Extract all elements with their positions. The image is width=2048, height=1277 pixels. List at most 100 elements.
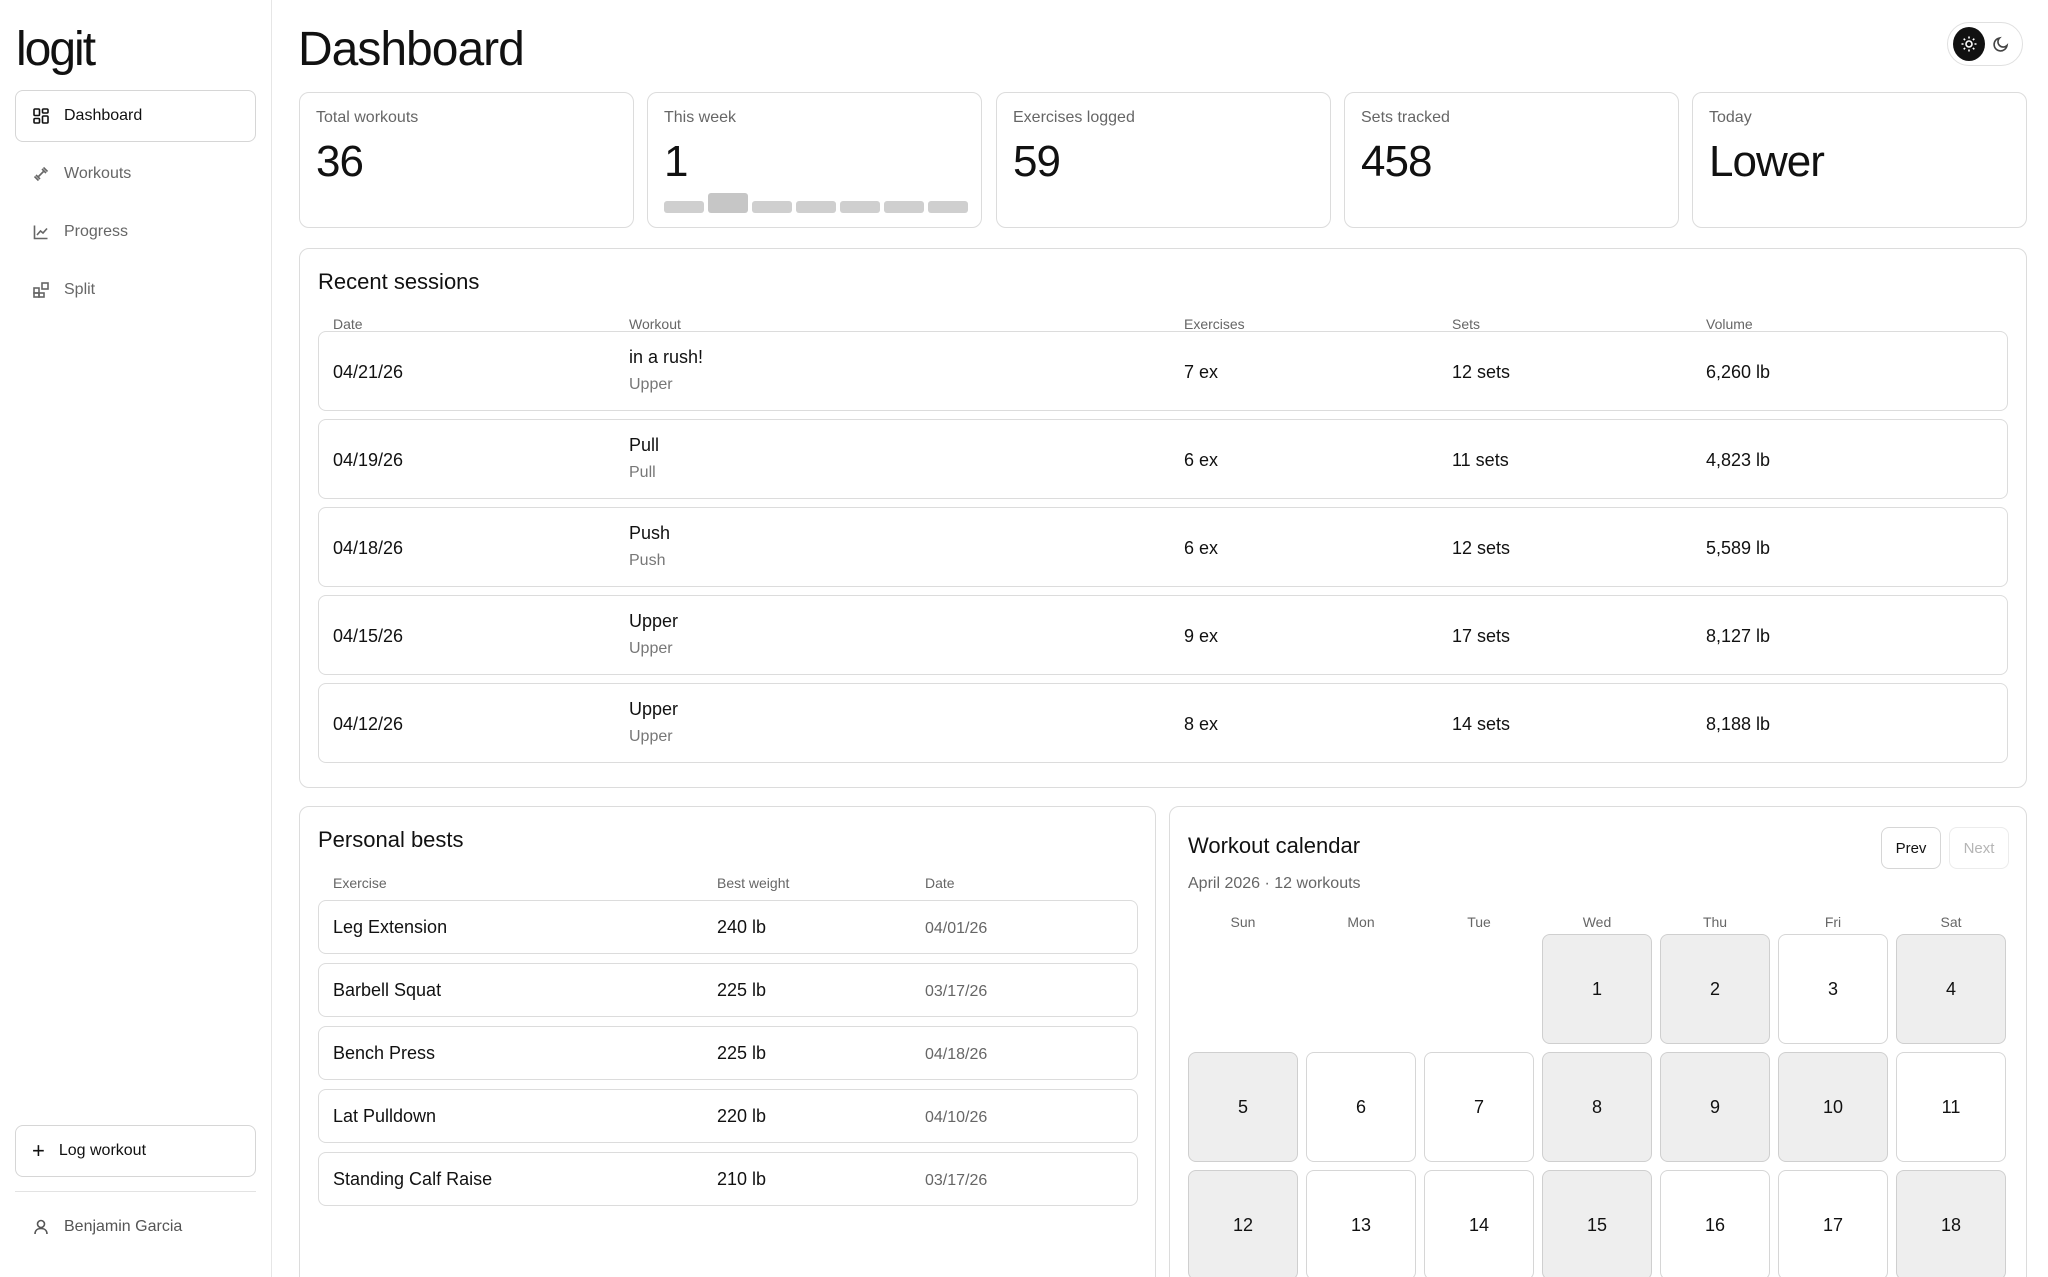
calendar-day[interactable]: 3 (1778, 934, 1888, 1044)
line-chart-icon (33, 225, 48, 240)
weekday-label: Wed (1582, 914, 1612, 930)
stat-label: Exercises logged (1013, 109, 1135, 126)
table-row[interactable]: 04/19/26 Pull Pull 6 ex 11 sets 4,823 lb (318, 419, 2008, 499)
week-day-bar (840, 201, 880, 213)
calendar-day[interactable]: 4 (1896, 934, 2006, 1044)
pb-weight: 210 lb (717, 1169, 767, 1189)
week-day-bar (664, 201, 704, 213)
calendar-day[interactable]: 11 (1896, 1052, 2006, 1162)
log-workout-button[interactable]: + Log workout (15, 1125, 256, 1177)
sidebar-divider (15, 1191, 256, 1192)
calendar-day[interactable]: 15 (1542, 1170, 1652, 1277)
session-name: Pull (629, 435, 660, 455)
table-row[interactable]: 04/12/26 Upper Upper 8 ex 14 sets 8,188 lb (318, 683, 2008, 763)
calendar-day[interactable]: 16 (1660, 1170, 1770, 1277)
calendar-day[interactable]: 8 (1542, 1052, 1652, 1162)
calendar-day[interactable]: 12 (1188, 1170, 1298, 1277)
session-sets: 12 sets (1452, 538, 1511, 558)
pb-exercise: Barbell Squat (333, 980, 442, 1000)
calendar-day[interactable]: 17 (1778, 1170, 1888, 1277)
week-day-bar (884, 201, 924, 213)
pb-weight: 225 lb (717, 980, 767, 1000)
calendar-prev-button[interactable]: Prev (1881, 827, 1941, 869)
column-header-date: Date (333, 316, 363, 332)
user-name: Benjamin Garcia (64, 1218, 183, 1235)
session-name: Upper (629, 699, 679, 719)
weekday-label: Tue (1467, 914, 1491, 930)
sidebar-item-progress[interactable]: Progress (15, 206, 256, 258)
calendar-day[interactable]: 1 (1542, 934, 1652, 1044)
light-theme-button[interactable] (1953, 27, 1985, 61)
sidebar-item-label: Progress (64, 223, 129, 240)
table-row[interactable]: Bench Press 225 lb 04/18/26 (318, 1026, 1138, 1080)
calendar-day[interactable]: 7 (1424, 1052, 1534, 1162)
session-date: 04/18/26 (333, 538, 404, 558)
session-name: in a rush! (629, 347, 704, 367)
calendar-next-button[interactable]: Next (1949, 827, 2009, 869)
calendar-day[interactable]: 13 (1306, 1170, 1416, 1277)
pb-exercise: Lat Pulldown (333, 1106, 437, 1126)
session-volume: 6,260 lb (1706, 362, 1771, 382)
weekday-label: Sun (1230, 914, 1256, 930)
session-type: Upper (629, 640, 673, 657)
stat-label: Total workouts (316, 109, 419, 126)
table-row[interactable]: Lat Pulldown 220 lb 04/10/26 (318, 1089, 1138, 1143)
dumbbell-icon (33, 166, 49, 182)
blocks-icon (33, 282, 49, 298)
personal-bests-card: Personal bests Exercise Best weight Date… (299, 806, 1156, 1277)
calendar-day[interactable]: 9 (1660, 1052, 1770, 1162)
table-row[interactable]: Leg Extension 240 lb 04/01/26 (318, 900, 1138, 954)
table-row[interactable]: Standing Calf Raise 210 lb 03/17/26 (318, 1152, 1138, 1206)
stat-card-exercises-logged: Exercises logged 59 (996, 92, 1331, 228)
sidebar-item-split[interactable]: Split (15, 264, 256, 316)
sidebar-item-label: Workouts (64, 165, 132, 182)
session-sets: 17 sets (1452, 626, 1511, 646)
calendar-day[interactable]: 14 (1424, 1170, 1534, 1277)
calendar-day[interactable]: 5 (1188, 1052, 1298, 1162)
sidebar-item-workouts[interactable]: Workouts (15, 148, 256, 200)
column-header-exercise: Exercise (333, 875, 387, 891)
sun-icon (1961, 36, 1977, 52)
column-header-best-weight: Best weight (717, 875, 790, 891)
calendar-day[interactable]: 2 (1660, 934, 1770, 1044)
column-header-date: Date (925, 875, 955, 891)
personal-bests-title: Personal bests (318, 827, 464, 852)
page-title: Dashboard (298, 23, 525, 76)
week-day-bar (796, 201, 836, 213)
table-row[interactable]: 04/15/26 Upper Upper 9 ex 17 sets 8,127 lb (318, 595, 2008, 675)
app-logo[interactable]: logit (16, 22, 96, 77)
stat-card-today: Today Lower (1692, 92, 2027, 228)
sidebar: logit Dashboard Workouts Progress Split … (0, 0, 272, 1277)
table-row[interactable]: Barbell Squat 225 lb 03/17/26 (318, 963, 1138, 1017)
week-day-bar (928, 201, 968, 213)
week-activity-bars (664, 193, 972, 213)
session-date: 04/21/26 (333, 362, 404, 382)
session-sets: 12 sets (1452, 362, 1511, 382)
weekday-label: Sat (1940, 914, 1962, 930)
stat-label: This week (664, 109, 737, 126)
workout-calendar-title: Workout calendar (1188, 833, 1361, 858)
calendar-day[interactable]: 10 (1778, 1052, 1888, 1162)
stat-value: 458 (1361, 137, 1432, 186)
stat-label: Today (1709, 109, 1752, 126)
table-row[interactable]: 04/21/26 in a rush! Upper 7 ex 12 sets 6,260 … (318, 331, 2008, 411)
pb-date: 04/01/26 (925, 920, 988, 937)
pb-date: 04/10/26 (925, 1109, 988, 1126)
session-type: Push (629, 552, 666, 569)
column-header-workout: Workout (629, 316, 681, 332)
dark-theme-button[interactable] (1985, 27, 2017, 61)
sidebar-nav: Dashboard Workouts Progress Split (15, 90, 256, 322)
weekday-label: Thu (1702, 914, 1728, 930)
theme-toggle[interactable] (1947, 22, 2023, 66)
sidebar-item-dashboard[interactable]: Dashboard (15, 90, 256, 142)
stat-value: 59 (1013, 137, 1061, 186)
user-profile[interactable]: Benjamin Garcia (32, 1218, 182, 1236)
session-type: Upper (629, 376, 673, 393)
session-exercises: 6 ex (1184, 538, 1219, 558)
table-row[interactable]: 04/18/26 Push Push 6 ex 12 sets 5,589 lb (318, 507, 2008, 587)
calendar-day[interactable]: 18 (1896, 1170, 2006, 1277)
session-volume: 8,188 lb (1706, 714, 1771, 734)
session-date: 04/15/26 (333, 626, 404, 646)
calendar-day[interactable]: 6 (1306, 1052, 1416, 1162)
sidebar-item-label: Split (64, 281, 96, 298)
